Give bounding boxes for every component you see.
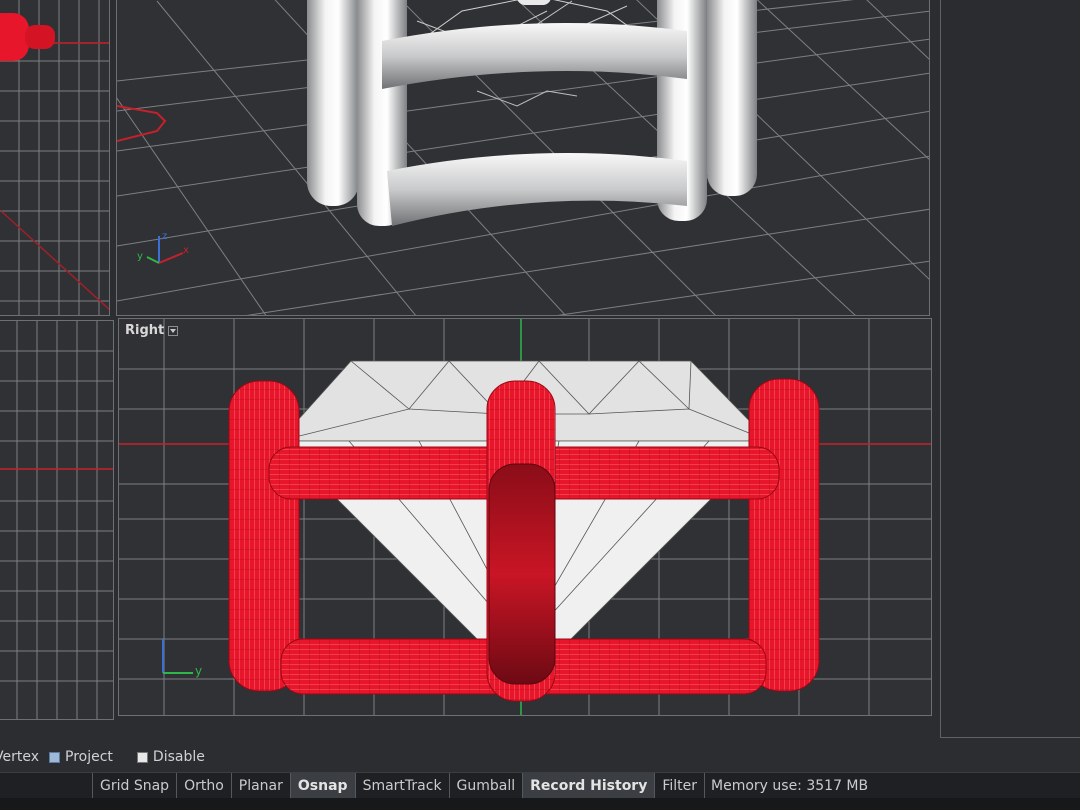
planar-toggle[interactable]: Planar [230,773,290,799]
bottom-edge [0,798,1080,810]
osnap-toggle[interactable]: Osnap [289,773,355,799]
osnap-vertex-label: Vertex [0,749,40,765]
osnap-project[interactable]: Project [49,749,113,765]
record-history-toggle[interactable]: Record History [522,773,655,799]
osnap-vertex[interactable]: Vertex [0,749,39,765]
right-viewport[interactable]: y Right [118,318,932,716]
top-left-viewport-canvas [0,0,109,315]
osnap-project-label: Project [65,749,113,765]
perspective-viewport[interactable]: x y z [116,0,930,316]
gumball-toggle[interactable]: Gumball [448,773,523,799]
osnap-options-row: Vertex Project Disable [0,744,205,770]
bottom-left-viewport[interactable] [0,320,114,720]
ortho-toggle[interactable]: Ortho [176,773,231,799]
filter-toggle[interactable]: Filter [654,773,704,799]
svg-text:y: y [195,664,202,678]
viewport-title-text: Right [125,323,165,338]
svg-text:y: y [137,251,143,262]
side-panel [940,0,1080,738]
perspective-viewport-canvas: x y z [117,0,929,315]
status-bar: Grid Snap Ortho Planar Osnap SmartTrack … [0,772,1080,799]
svg-text:z: z [162,231,167,242]
smarttrack-toggle[interactable]: SmartTrack [354,773,449,799]
osnap-disable[interactable]: Disable [136,749,205,765]
project-checkbox[interactable] [49,751,61,763]
memory-usage: Memory use: 3517 MB [704,773,874,799]
bottom-left-viewport-canvas [0,321,113,719]
top-left-viewport[interactable] [0,0,110,316]
right-axis-triad: y [162,639,202,678]
right-viewport-canvas: y [119,319,931,715]
disable-checkbox[interactable] [136,751,148,763]
viewport-title-right[interactable]: Right [125,323,179,338]
viewport-menu-caret-icon[interactable] [168,325,179,336]
grid-snap-toggle[interactable]: Grid Snap [92,773,176,799]
status-bar-spacer [0,773,92,799]
svg-text:x: x [183,245,189,256]
selected-prong-fragment [0,13,55,61]
metal-setting-render [307,0,757,226]
osnap-disable-label: Disable [152,749,205,765]
